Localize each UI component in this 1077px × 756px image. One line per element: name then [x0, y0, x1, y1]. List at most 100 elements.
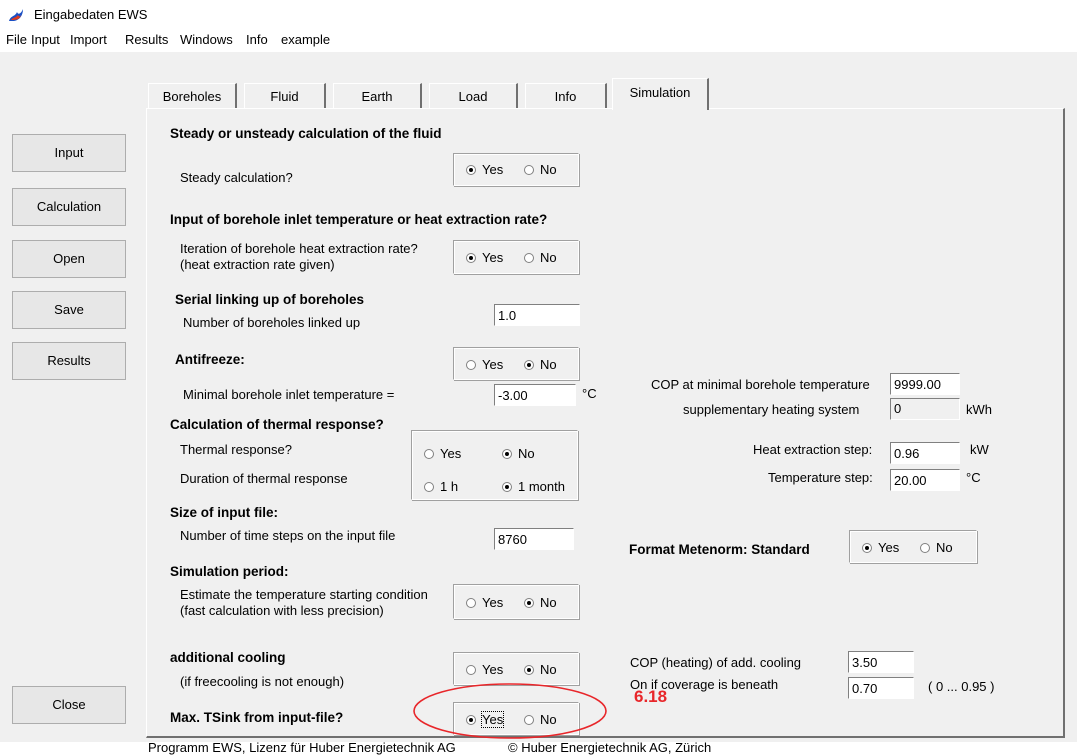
steady-question: Steady calculation? — [180, 170, 293, 185]
antifreeze-no-radio[interactable]: No — [524, 357, 557, 373]
thermal-yes-radio[interactable]: Yes — [424, 446, 461, 462]
cop-min-temp-label: COP at minimal borehole temperature — [651, 377, 870, 392]
title-bar: Eingabedaten EWS — [0, 0, 1077, 28]
kwh-unit: kWh — [966, 402, 992, 417]
input-button[interactable]: Input — [12, 134, 126, 172]
celsius-unit: °C — [966, 470, 981, 485]
cop-cooling-label: COP (heating) of add. cooling — [630, 655, 802, 670]
menu-windows[interactable]: Windows — [180, 30, 233, 50]
inlet-question-2: (heat extraction rate given) — [180, 257, 335, 272]
min-inlet-temp-label: Minimal borehole inlet temperature = — [183, 387, 395, 402]
radio-selected-icon — [524, 598, 534, 608]
steady-no-radio[interactable]: No — [524, 162, 557, 178]
tab-fluid[interactable]: Fluid — [244, 83, 326, 109]
radio-empty-icon — [466, 360, 476, 370]
inlet-radio-group: Yes No — [453, 240, 579, 274]
cop-min-temp-input[interactable] — [890, 373, 960, 395]
radio-empty-icon — [524, 253, 534, 263]
simulation-period-title: Simulation period: — [170, 564, 289, 579]
radio-empty-icon — [466, 665, 476, 675]
tab-earth[interactable]: Earth — [333, 83, 422, 109]
tab-load[interactable]: Load — [429, 83, 518, 109]
serial-section-title: Serial linking up of boreholes — [175, 292, 365, 307]
sim-period-question-1: Estimate the temperature starting condit… — [180, 587, 428, 602]
temperature-step-input[interactable] — [890, 469, 960, 491]
radio-empty-icon — [424, 449, 434, 459]
antifreeze-title: Antifreeze: — [175, 352, 245, 367]
status-copyright: © Huber Energietechnik AG, Zürich — [508, 740, 712, 755]
antifreeze-radio-group: Yes No — [453, 347, 579, 380]
tab-simulation[interactable]: Simulation — [612, 78, 709, 110]
menu-example[interactable]: example — [281, 30, 330, 50]
sim-period-no-radio[interactable]: No — [524, 595, 557, 611]
results-button[interactable]: Results — [12, 342, 126, 380]
temperature-step-label: Temperature step: — [768, 470, 873, 485]
calculation-button[interactable]: Calculation — [12, 188, 126, 226]
inlet-question-1: Iteration of borehole heat extraction ra… — [180, 241, 418, 256]
sim-period-yes-radio[interactable]: Yes — [466, 595, 503, 611]
thermal-section-title: Calculation of thermal response? — [170, 417, 384, 432]
radio-selected-icon — [466, 165, 476, 175]
radio-empty-icon — [920, 543, 930, 553]
cooling-no-radio[interactable]: No — [524, 662, 557, 678]
duration-1h-radio[interactable]: 1 h — [424, 479, 458, 495]
supplementary-heating-field: 0 — [890, 398, 960, 420]
cooling-yes-radio[interactable]: Yes — [466, 662, 503, 678]
additional-cooling-sub: (if freecooling is not enough) — [180, 674, 345, 689]
menu-info[interactable]: Info — [246, 30, 268, 50]
open-button[interactable]: Open — [12, 240, 126, 278]
status-license: Programm EWS, Lizenz für Huber Energiete… — [148, 740, 456, 755]
radio-selected-icon — [502, 449, 512, 459]
thermal-duration-label: Duration of thermal response — [180, 471, 348, 486]
menu-results[interactable]: Results — [125, 30, 168, 50]
menu-import[interactable]: Import — [70, 30, 107, 50]
meteonorm-radio-group: Yes No — [849, 530, 977, 563]
sim-period-radio-group: Yes No — [453, 584, 579, 619]
inlet-no-radio[interactable]: No — [524, 250, 557, 266]
time-steps-input[interactable] — [494, 528, 574, 550]
coverage-range-label: ( 0 ... 0.95 ) — [928, 679, 995, 694]
cop-cooling-input[interactable] — [848, 651, 914, 673]
tsink-title: Max. TSink from input-file? — [170, 710, 344, 725]
steady-yes-radio[interactable]: Yes — [466, 162, 503, 178]
celsius-unit: °C — [582, 386, 597, 401]
inlet-yes-radio[interactable]: Yes — [466, 250, 503, 266]
menu-file[interactable]: File — [6, 30, 27, 50]
window-title: Eingabedaten EWS — [34, 7, 148, 22]
radio-empty-icon — [524, 165, 534, 175]
radio-selected-icon — [466, 253, 476, 263]
annotation-label: 6.18 — [634, 687, 668, 706]
radio-selected-icon — [862, 543, 872, 553]
meteonorm-title: Format Metenorm: Standard — [629, 542, 810, 557]
coverage-input[interactable] — [848, 677, 914, 699]
radio-empty-icon — [424, 482, 434, 492]
additional-cooling-title: additional cooling — [170, 650, 286, 665]
radio-empty-icon — [466, 598, 476, 608]
save-button[interactable]: Save — [12, 291, 126, 329]
min-inlet-temp-input[interactable] — [494, 384, 576, 406]
serial-label: Number of boreholes linked up — [183, 315, 361, 330]
tab-info[interactable]: Info — [525, 83, 607, 109]
menu-input[interactable]: Input — [31, 30, 60, 50]
inlet-section-title: Input of borehole inlet temperature or h… — [170, 212, 548, 227]
boreholes-linked-input[interactable] — [494, 304, 580, 326]
heat-extraction-step-label: Heat extraction step: — [753, 442, 873, 457]
annotation-ellipse — [413, 683, 607, 739]
thermal-response-question: Thermal response? — [180, 442, 292, 457]
duration-1month-radio[interactable]: 1 month — [502, 479, 565, 495]
radio-selected-icon — [524, 665, 534, 675]
kw-unit: kW — [970, 442, 989, 457]
tab-boreholes[interactable]: Boreholes — [148, 83, 237, 109]
heat-extraction-step-input[interactable] — [890, 442, 960, 464]
radio-selected-icon — [502, 482, 512, 492]
thermal-no-radio[interactable]: No — [502, 446, 535, 462]
meteonorm-no-radio[interactable]: No — [920, 540, 953, 556]
meteonorm-yes-radio[interactable]: Yes — [862, 540, 899, 556]
antifreeze-yes-radio[interactable]: Yes — [466, 357, 503, 373]
sim-period-question-2: (fast calculation with less precision) — [180, 603, 384, 618]
app-flame-icon — [9, 9, 23, 21]
radio-selected-icon — [524, 360, 534, 370]
supplementary-heating-label: supplementary heating system — [683, 402, 860, 417]
close-button[interactable]: Close — [12, 686, 126, 724]
steady-section-title: Steady or unsteady calculation of the fl… — [170, 126, 442, 141]
